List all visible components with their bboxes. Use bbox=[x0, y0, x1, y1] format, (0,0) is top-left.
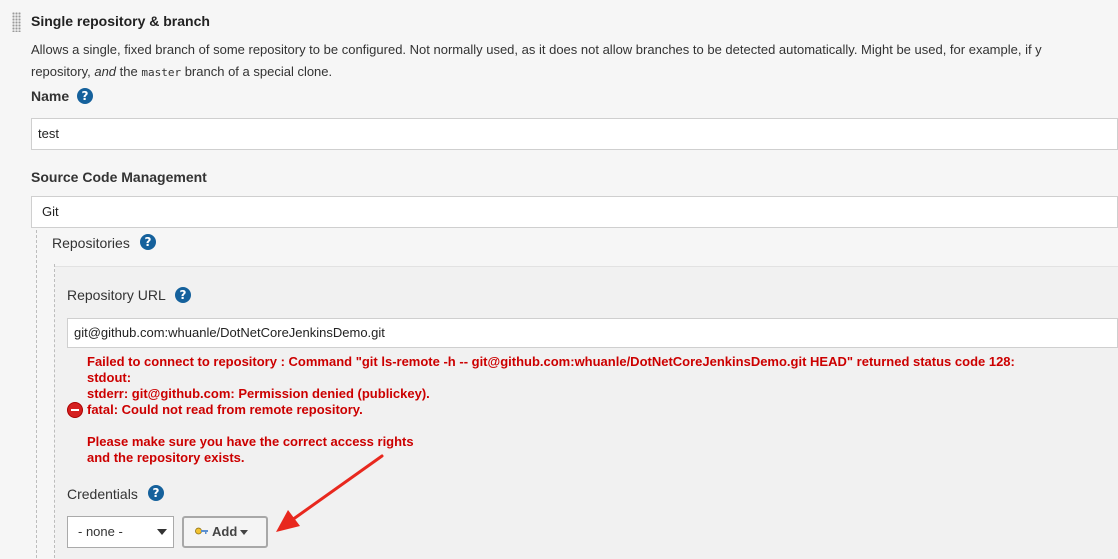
key-icon bbox=[195, 527, 208, 535]
description-italic: and bbox=[94, 64, 117, 79]
error-line: Please make sure you have the correct ac… bbox=[87, 434, 414, 449]
error-message: Failed to connect to repository : Comman… bbox=[87, 354, 1015, 466]
help-icon[interactable]: ? bbox=[175, 287, 191, 303]
error-line: and the repository exists. bbox=[87, 450, 245, 465]
error-line: Failed to connect to repository : Comman… bbox=[87, 354, 1015, 369]
annotation-arrow bbox=[276, 454, 384, 532]
error-line: stderr: git@github.com: Permission denie… bbox=[87, 386, 430, 401]
description-code: master bbox=[141, 66, 182, 79]
description-text-1: Allows a single, fixed branch of some re… bbox=[31, 42, 1042, 57]
credentials-label: Credentials bbox=[67, 486, 138, 502]
tree-line-outer bbox=[36, 230, 37, 558]
description-text-4: branch of a special clone. bbox=[181, 64, 333, 79]
scm-field[interactable]: Git bbox=[31, 196, 1118, 228]
help-icon[interactable]: ? bbox=[77, 88, 93, 104]
section-description: Allows a single, fixed branch of some re… bbox=[31, 39, 1118, 84]
credentials-select[interactable]: - none - bbox=[67, 516, 174, 548]
name-input[interactable]: test bbox=[31, 118, 1118, 150]
description-text-2: repository, bbox=[31, 64, 95, 79]
help-icon[interactable]: ? bbox=[148, 485, 164, 501]
repository-url-label: Repository URL bbox=[67, 287, 166, 303]
help-icon[interactable]: ? bbox=[140, 234, 156, 250]
error-icon bbox=[67, 402, 83, 418]
caret-down-icon bbox=[240, 530, 248, 535]
drag-handle-icon[interactable] bbox=[12, 12, 21, 32]
description-text-3: the bbox=[116, 64, 142, 79]
add-credentials-button[interactable]: Add bbox=[182, 516, 268, 548]
error-line: fatal: Could not read from remote reposi… bbox=[87, 402, 363, 417]
section-title: Single repository & branch bbox=[31, 13, 210, 29]
scm-label: Source Code Management bbox=[31, 169, 207, 185]
repositories-label: Repositories bbox=[52, 235, 130, 251]
name-label: Name bbox=[31, 88, 70, 104]
error-line bbox=[87, 418, 1015, 434]
credentials-selected-value: - none - bbox=[78, 524, 123, 539]
error-line: stdout: bbox=[87, 370, 132, 385]
repository-url-input[interactable]: git@github.com:whuanle/DotNetCoreJenkins… bbox=[67, 318, 1118, 348]
add-button-label: Add bbox=[212, 524, 238, 539]
chevron-down-icon bbox=[157, 529, 167, 535]
